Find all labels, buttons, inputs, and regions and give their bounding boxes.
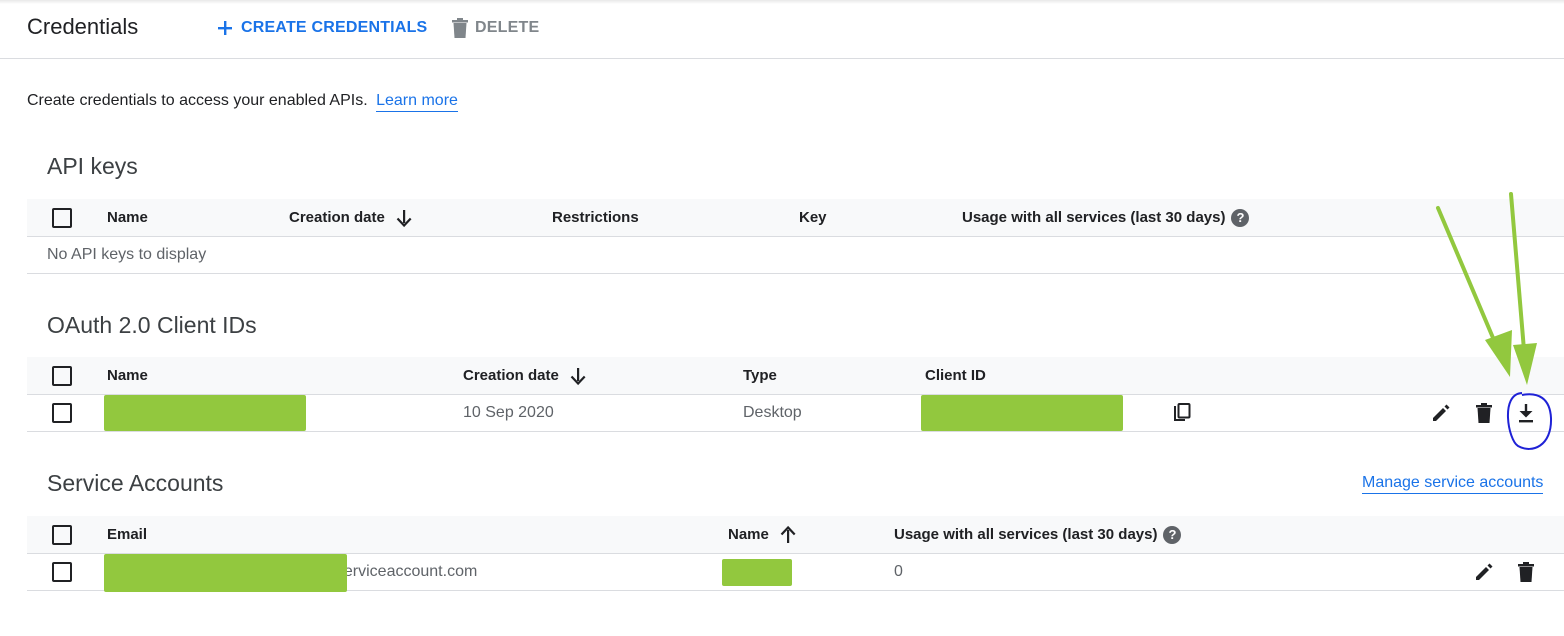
- oauth-select-all-checkbox[interactable]: [52, 365, 72, 386]
- sa-col-usage: Usage with all services (last 30 days) ?: [894, 516, 1182, 553]
- copy-icon: [1174, 403, 1191, 421]
- sa-select-all-cell: [52, 516, 72, 553]
- create-credentials-button[interactable]: CREATE CREDENTIALS: [216, 17, 427, 39]
- redacted-account-name: [722, 559, 792, 586]
- oauth-select-all-cell: [52, 357, 72, 394]
- intro-description: Create credentials to access your enable…: [27, 92, 368, 109]
- oauth-col-name[interactable]: Name: [107, 357, 148, 394]
- row-checkbox[interactable]: [52, 403, 72, 423]
- redacted-client-id: [921, 395, 1123, 431]
- copy-client-id-button[interactable]: [1168, 399, 1196, 427]
- delete-button[interactable]: DELETE: [452, 17, 539, 39]
- table-row: 10 Sep 2020 Desktop: [27, 395, 1564, 432]
- row-checkbox[interactable]: [52, 562, 72, 582]
- oauth-row-type: Desktop: [743, 404, 802, 421]
- plus-icon: [218, 21, 232, 35]
- help-circle-icon[interactable]: ?: [1231, 208, 1250, 227]
- api-keys-select-all-cell: [52, 199, 72, 236]
- delete-service-account-button[interactable]: [1512, 558, 1540, 586]
- oauth-header-row: Name Creation date Type Client ID: [27, 357, 1564, 395]
- download-oauth-button[interactable]: [1512, 399, 1540, 427]
- sa-col-name[interactable]: Name: [728, 516, 797, 553]
- arrow-down-icon: [570, 367, 586, 385]
- api-keys-col-creation-date-label: Creation date: [289, 209, 385, 226]
- row-select-cell: [52, 554, 72, 590]
- oauth-table: Name Creation date Type Client ID 10 Sep…: [27, 357, 1564, 432]
- api-keys-empty-text: No API keys to display: [47, 246, 207, 263]
- page-title: Credentials: [27, 14, 139, 39]
- api-keys-col-restrictions: Restrictions: [552, 209, 639, 226]
- api-keys-title: API keys: [47, 153, 138, 179]
- table-row: gserviceaccount.com 0: [27, 554, 1564, 592]
- sa-select-all-checkbox[interactable]: [52, 524, 72, 545]
- oauth-title: OAuth 2.0 Client IDs: [47, 312, 257, 338]
- sa-row-email-suffix: gserviceaccount.com: [327, 563, 478, 580]
- trash-icon: [1476, 403, 1492, 423]
- api-keys-select-all-checkbox[interactable]: [52, 207, 72, 228]
- edit-service-account-button[interactable]: [1470, 558, 1498, 586]
- pencil-icon: [1476, 563, 1493, 580]
- redacted-email[interactable]: [104, 554, 347, 592]
- api-keys-col-creation-date[interactable]: Creation date: [289, 199, 413, 236]
- page-header: Credentials CREATE CREDENTIALS DELETE: [0, 0, 1564, 59]
- oauth-col-client-id: Client ID: [925, 367, 986, 384]
- trash-icon: [452, 18, 468, 38]
- learn-more-link[interactable]: Learn more: [376, 92, 458, 112]
- api-keys-col-usage: Usage with all services (last 30 days) ?: [962, 199, 1250, 236]
- service-accounts-table: Email Name Usage with all services (last…: [27, 516, 1564, 592]
- oauth-col-creation-date-label: Creation date: [463, 367, 559, 384]
- download-icon: [1519, 404, 1533, 423]
- sa-col-name-label: Name: [728, 526, 769, 543]
- api-keys-col-key: Key: [799, 209, 827, 226]
- create-credentials-label: CREATE CREDENTIALS: [241, 19, 428, 36]
- oauth-col-type[interactable]: Type: [743, 357, 777, 394]
- sa-col-usage-label: Usage with all services (last 30 days): [894, 526, 1158, 543]
- oauth-row-creation-date: 10 Sep 2020: [463, 404, 554, 421]
- sa-col-email[interactable]: Email: [107, 516, 147, 553]
- pencil-icon: [1433, 404, 1450, 421]
- row-select-cell: [52, 395, 72, 431]
- intro-text: Create credentials to access your enable…: [27, 92, 458, 112]
- api-keys-col-usage-label: Usage with all services (last 30 days): [962, 209, 1226, 226]
- delete-oauth-button[interactable]: [1470, 399, 1498, 427]
- sa-row-usage: 0: [894, 563, 903, 580]
- help-circle-icon[interactable]: ?: [1163, 525, 1182, 544]
- trash-icon: [1518, 562, 1534, 582]
- edit-oauth-button[interactable]: [1427, 399, 1455, 427]
- api-keys-col-name[interactable]: Name: [107, 199, 148, 236]
- oauth-col-creation-date[interactable]: Creation date: [463, 357, 587, 394]
- service-accounts-title: Service Accounts: [47, 470, 224, 496]
- api-keys-table: Name Creation date Restrictions Key Usag…: [27, 199, 1564, 274]
- delete-label: DELETE: [475, 19, 540, 36]
- arrow-up-icon: [780, 525, 796, 543]
- api-keys-empty-row: No API keys to display: [27, 237, 1564, 274]
- api-keys-header-row: Name Creation date Restrictions Key Usag…: [27, 199, 1564, 237]
- arrow-down-icon: [396, 209, 412, 227]
- manage-service-accounts-link[interactable]: Manage service accounts: [1362, 474, 1544, 494]
- redacted-client-name[interactable]: [104, 395, 306, 431]
- service-accounts-header-row: Email Name Usage with all services (last…: [27, 516, 1564, 554]
